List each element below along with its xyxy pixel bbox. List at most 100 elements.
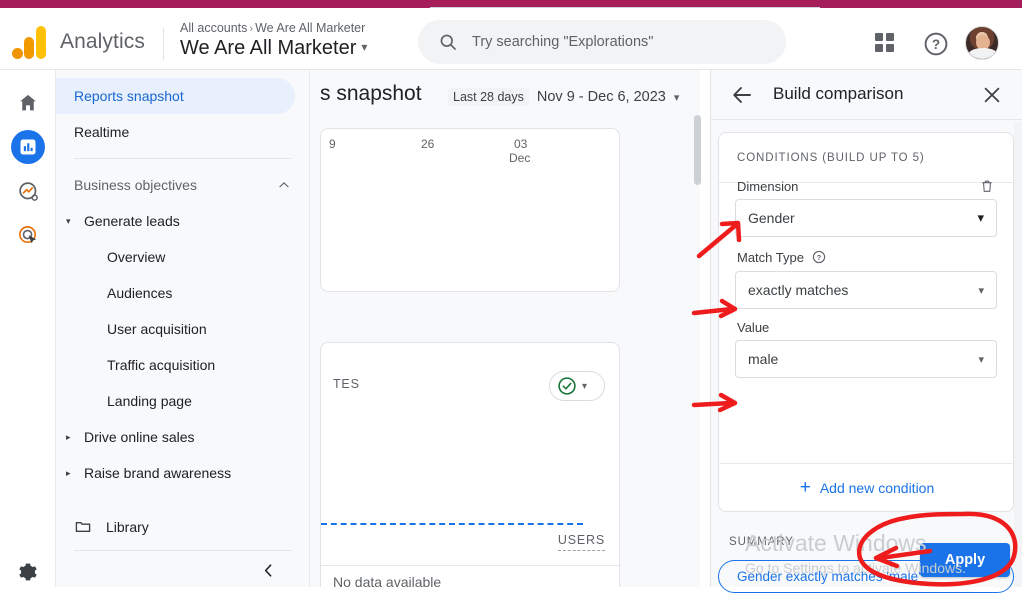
status-badge[interactable]: ▾ bbox=[549, 371, 605, 401]
sidebar-item-landing-page[interactable]: Landing page bbox=[56, 383, 309, 419]
collapse-nav-button[interactable] bbox=[255, 557, 281, 583]
sidebar-item-label: Reports snapshot bbox=[74, 88, 184, 104]
match-type-value: exactly matches bbox=[748, 282, 849, 298]
date-range-preset: Last 28 days bbox=[448, 88, 529, 106]
sidebar-item-label: Traffic acquisition bbox=[107, 357, 216, 373]
summary-chip-text: Gender exactly matches 'male' bbox=[737, 569, 921, 584]
avatar[interactable] bbox=[965, 26, 999, 60]
account-name: We Are All Marketer bbox=[180, 37, 357, 59]
apply-button[interactable]: Apply bbox=[920, 543, 1010, 577]
search-input[interactable] bbox=[470, 20, 770, 64]
axis-tick: 9 bbox=[329, 137, 336, 151]
sidebar-item-label: Audiences bbox=[107, 285, 173, 301]
rail-item-advertising[interactable] bbox=[11, 218, 45, 252]
sidebar-item-audiences[interactable]: Audiences bbox=[56, 275, 309, 311]
card-divider bbox=[321, 565, 621, 566]
header-divider bbox=[163, 28, 164, 60]
dimension-select[interactable]: Gender ▾ bbox=[735, 199, 997, 237]
chevron-down-icon: ▾ bbox=[582, 380, 588, 392]
axis-month-label: Dec bbox=[509, 151, 531, 165]
sidebar-section-business-objectives[interactable]: Business objectives bbox=[56, 167, 309, 203]
dimension-label: Dimension bbox=[737, 179, 799, 194]
panel-title: Build comparison bbox=[773, 84, 904, 103]
triangle-right-icon: ▸ bbox=[66, 431, 71, 442]
no-data-message: No data available bbox=[333, 574, 442, 587]
metric-card-title: TES bbox=[333, 377, 360, 391]
sidebar-item-library[interactable]: Library bbox=[56, 509, 309, 545]
nav-bottom-divider bbox=[74, 550, 292, 551]
search-icon bbox=[440, 34, 456, 50]
sidebar-group-generate-leads[interactable]: ▾ Generate leads bbox=[56, 203, 309, 239]
triangle-down-icon: ▾ bbox=[66, 215, 71, 226]
conditions-card: CONDITIONS (BUILD UP TO 5) Dimension Gen… bbox=[718, 132, 1014, 512]
date-range-picker[interactable]: Last 28 days Nov 9 - Dec 6, 2023 ▾ bbox=[448, 88, 679, 106]
nav-divider bbox=[74, 158, 291, 159]
sidebar-item-label: Library bbox=[106, 519, 149, 535]
match-type-label-text: Match Type bbox=[737, 250, 804, 265]
sidebar-item-traffic-acquisition[interactable]: Traffic acquisition bbox=[56, 347, 309, 383]
rail-item-admin[interactable] bbox=[11, 555, 45, 589]
sidebar-group-label: Raise brand awareness bbox=[84, 465, 232, 481]
dimension-value: Gender bbox=[748, 210, 795, 226]
brand-name: Analytics bbox=[60, 30, 145, 53]
rail-item-reports[interactable] bbox=[11, 130, 45, 164]
sidebar-item-label: Landing page bbox=[107, 393, 192, 409]
sidebar-item-label: User acquisition bbox=[107, 321, 207, 337]
conditions-header: CONDITIONS (BUILD UP TO 5) bbox=[719, 133, 1013, 183]
help-circle-icon[interactable]: ? bbox=[812, 250, 826, 264]
sidebar-group-drive-online-sales[interactable]: ▸ Drive online sales bbox=[56, 419, 309, 455]
triangle-right-icon: ▸ bbox=[66, 467, 71, 478]
chart-card[interactable]: 9 26 03 Dec bbox=[320, 128, 620, 292]
panel-header: Build comparison bbox=[711, 70, 1022, 120]
search-bar[interactable] bbox=[418, 20, 786, 64]
home-icon bbox=[20, 94, 36, 111]
page-title: s snapshot bbox=[320, 82, 422, 105]
value-select[interactable]: male ▾ bbox=[735, 340, 997, 378]
sidebar-group-label: Generate leads bbox=[84, 213, 180, 229]
trend-dashed-line bbox=[321, 523, 583, 525]
sidebar-item-realtime[interactable]: Realtime bbox=[56, 114, 295, 150]
axis-tick: 26 bbox=[421, 137, 435, 151]
sidebar-group-label: Drive online sales bbox=[84, 429, 195, 445]
help-circle-icon[interactable]: ? bbox=[923, 31, 949, 57]
gear-icon bbox=[19, 563, 37, 581]
sidebar-item-overview[interactable]: Overview bbox=[56, 239, 309, 275]
sidebar-item-reports-snapshot[interactable]: Reports snapshot bbox=[56, 78, 295, 114]
chevron-down-icon: ▾ bbox=[361, 40, 368, 54]
account-selector[interactable]: We Are All Marketer ▾ bbox=[180, 37, 367, 60]
breadcrumb-root[interactable]: All accounts bbox=[180, 21, 247, 35]
chevron-down-icon: ▾ bbox=[978, 353, 984, 366]
apps-grid-icon[interactable] bbox=[875, 33, 897, 55]
date-range-value: Nov 9 - Dec 6, 2023 bbox=[536, 89, 666, 105]
rail-item-explore[interactable] bbox=[11, 174, 45, 208]
chevron-left-icon bbox=[264, 563, 271, 577]
breadcrumb-current[interactable]: We Are All Marketer bbox=[255, 21, 365, 35]
reports-icon bbox=[20, 139, 36, 155]
breadcrumb[interactable]: All accounts › We Are All Marketer bbox=[180, 21, 365, 35]
build-comparison-panel: Build comparison CONDITIONS (BUILD UP TO… bbox=[710, 70, 1022, 593]
content-scrollbar-thumb[interactable] bbox=[694, 115, 701, 185]
svg-text:?: ? bbox=[932, 37, 940, 52]
summary-label: SUMMARY bbox=[729, 536, 794, 548]
rail-item-home[interactable] bbox=[11, 86, 45, 120]
content-header: s snapshot Last 28 days Nov 9 - Dec 6, 2… bbox=[310, 70, 700, 124]
sidebar-group-raise-brand-awareness[interactable]: ▸ Raise brand awareness bbox=[56, 455, 309, 491]
trash-icon[interactable] bbox=[979, 177, 995, 195]
advertising-icon bbox=[18, 225, 36, 244]
match-type-select[interactable]: exactly matches ▾ bbox=[735, 271, 997, 309]
panel-scrollbar[interactable] bbox=[1014, 122, 1022, 587]
analytics-logo-icon bbox=[10, 24, 48, 62]
metric-card[interactable]: TES ▾ USERS No data available bbox=[320, 342, 621, 587]
add-new-condition-button[interactable]: + Add new condition bbox=[720, 463, 1014, 511]
close-icon[interactable] bbox=[981, 84, 1003, 106]
arrow-back-icon[interactable] bbox=[730, 83, 754, 107]
axis-tick: 03 bbox=[514, 137, 528, 151]
chevron-up-icon bbox=[279, 182, 289, 188]
breadcrumb-separator-icon: › bbox=[249, 23, 254, 35]
series-label-users: USERS bbox=[557, 533, 605, 551]
add-condition-label: Add new condition bbox=[819, 479, 935, 496]
sidebar-item-user-acquisition[interactable]: User acquisition bbox=[56, 311, 309, 347]
reports-nav-panel: Reports snapshot Realtime Business objec… bbox=[56, 70, 310, 587]
chevron-down-icon: ▾ bbox=[977, 210, 984, 225]
value-value: male bbox=[748, 351, 779, 367]
